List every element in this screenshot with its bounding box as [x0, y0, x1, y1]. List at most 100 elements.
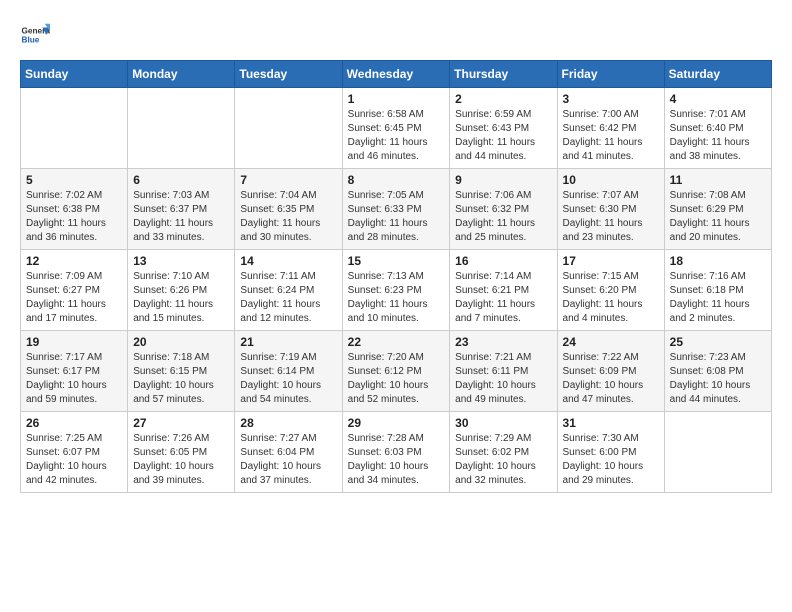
- calendar-cell: 24 Sunrise: 7:22 AM Sunset: 6:09 PM Dayli…: [557, 331, 664, 412]
- day-number: 5: [26, 173, 122, 187]
- day-number: 26: [26, 416, 122, 430]
- day-info: Sunrise: 7:06 AM Sunset: 6:32 PM Dayligh…: [455, 189, 551, 245]
- day-info: Sunrise: 7:17 AM Sunset: 6:17 PM Dayligh…: [26, 351, 122, 407]
- calendar-cell: 13 Sunrise: 7:10 AM Sunset: 6:26 PM Dayli…: [128, 250, 235, 331]
- calendar-week-row: 5Sunrise: 7:02 AM Sunset: 6:38 PM Daylig…: [21, 169, 772, 250]
- calendar-cell: 3 Sunrise: 7:00 AM Sunset: 6:42 PM Daylig…: [557, 88, 664, 169]
- calendar-cell: 23 Sunrise: 7:21 AM Sunset: 6:11 PM Dayli…: [450, 331, 557, 412]
- day-info: Sunrise: 6:59 AM Sunset: 6:43 PM Dayligh…: [455, 108, 551, 164]
- day-number: 2: [455, 92, 551, 106]
- calendar-cell: 16 Sunrise: 7:14 AM Sunset: 6:21 PM Dayli…: [450, 250, 557, 331]
- calendar-cell: 30Sunrise: 7:29 AM Sunset: 6:02 PM Dayli…: [450, 412, 557, 493]
- day-number: 6: [133, 173, 229, 187]
- calendar-cell: 8Sunrise: 7:05 AM Sunset: 6:33 PM Daylig…: [342, 169, 450, 250]
- logo-icon: General Blue: [20, 20, 50, 50]
- calendar-cell: 14 Sunrise: 7:11 AM Sunset: 6:24 PM Dayli…: [235, 250, 342, 331]
- day-number: 10: [563, 173, 659, 187]
- day-info: Sunrise: 7:04 AM Sunset: 6:35 PM Dayligh…: [240, 189, 336, 245]
- day-info: Sunrise: 7:14 AM Sunset: 6:21 PM Dayligh…: [455, 270, 551, 326]
- calendar-cell: 21 Sunrise: 7:19 AM Sunset: 6:14 PM Dayli…: [235, 331, 342, 412]
- calendar-cell: 12 Sunrise: 7:09 AM Sunset: 6:27 PM Dayli…: [21, 250, 128, 331]
- calendar-cell: [21, 88, 128, 169]
- weekday-header-friday: Friday: [557, 61, 664, 88]
- day-number: 30: [455, 416, 551, 430]
- day-info: Sunrise: 7:10 AM Sunset: 6:26 PM Dayligh…: [133, 270, 229, 326]
- day-info: Sunrise: 7:26 AM Sunset: 6:05 PM Dayligh…: [133, 432, 229, 488]
- calendar-cell: [235, 88, 342, 169]
- logo: General Blue: [20, 20, 54, 50]
- day-info: Sunrise: 7:01 AM Sunset: 6:40 PM Dayligh…: [670, 108, 766, 164]
- day-info: Sunrise: 7:20 AM Sunset: 6:12 PM Dayligh…: [348, 351, 445, 407]
- calendar-cell: 28Sunrise: 7:27 AM Sunset: 6:04 PM Dayli…: [235, 412, 342, 493]
- day-number: 19: [26, 335, 122, 349]
- calendar-cell: 4 Sunrise: 7:01 AM Sunset: 6:40 PM Daylig…: [664, 88, 771, 169]
- day-info: Sunrise: 7:27 AM Sunset: 6:04 PM Dayligh…: [240, 432, 336, 488]
- day-number: 23: [455, 335, 551, 349]
- day-number: 29: [348, 416, 445, 430]
- day-info: Sunrise: 7:28 AM Sunset: 6:03 PM Dayligh…: [348, 432, 445, 488]
- weekday-header-monday: Monday: [128, 61, 235, 88]
- day-number: 9: [455, 173, 551, 187]
- calendar-cell: 10 Sunrise: 7:07 AM Sunset: 6:30 PM Dayli…: [557, 169, 664, 250]
- day-info: Sunrise: 7:19 AM Sunset: 6:14 PM Dayligh…: [240, 351, 336, 407]
- day-number: 11: [670, 173, 766, 187]
- calendar-cell: 19 Sunrise: 7:17 AM Sunset: 6:17 PM Dayli…: [21, 331, 128, 412]
- day-info: Sunrise: 7:05 AM Sunset: 6:33 PM Dayligh…: [348, 189, 445, 245]
- day-info: Sunrise: 7:23 AM Sunset: 6:08 PM Dayligh…: [670, 351, 766, 407]
- calendar-cell: 22 Sunrise: 7:20 AM Sunset: 6:12 PM Dayli…: [342, 331, 450, 412]
- day-number: 12: [26, 254, 122, 268]
- day-number: 4: [670, 92, 766, 106]
- day-info: Sunrise: 7:13 AM Sunset: 6:23 PM Dayligh…: [348, 270, 445, 326]
- day-info: Sunrise: 6:58 AM Sunset: 6:45 PM Dayligh…: [348, 108, 445, 164]
- day-info: Sunrise: 7:07 AM Sunset: 6:30 PM Dayligh…: [563, 189, 659, 245]
- day-number: 24: [563, 335, 659, 349]
- day-info: Sunrise: 7:16 AM Sunset: 6:18 PM Dayligh…: [670, 270, 766, 326]
- calendar-cell: 2 Sunrise: 6:59 AM Sunset: 6:43 PM Daylig…: [450, 88, 557, 169]
- day-number: 13: [133, 254, 229, 268]
- day-number: 7: [240, 173, 336, 187]
- day-number: 25: [670, 335, 766, 349]
- calendar-cell: 26 Sunrise: 7:25 AM Sunset: 6:07 PM Dayli…: [21, 412, 128, 493]
- day-info: Sunrise: 7:00 AM Sunset: 6:42 PM Dayligh…: [563, 108, 659, 164]
- day-number: 16: [455, 254, 551, 268]
- day-number: 20: [133, 335, 229, 349]
- day-info: Sunrise: 7:25 AM Sunset: 6:07 PM Dayligh…: [26, 432, 122, 488]
- weekday-header-sunday: Sunday: [21, 61, 128, 88]
- day-number: 17: [563, 254, 659, 268]
- day-number: 31: [563, 416, 659, 430]
- day-number: 22: [348, 335, 445, 349]
- day-number: 3: [563, 92, 659, 106]
- day-info: Sunrise: 7:21 AM Sunset: 6:11 PM Dayligh…: [455, 351, 551, 407]
- day-info: Sunrise: 7:09 AM Sunset: 6:27 PM Dayligh…: [26, 270, 122, 326]
- calendar-cell: [128, 88, 235, 169]
- page-header: General Blue: [20, 20, 772, 50]
- day-info: Sunrise: 7:15 AM Sunset: 6:20 PM Dayligh…: [563, 270, 659, 326]
- day-info: Sunrise: 7:11 AM Sunset: 6:24 PM Dayligh…: [240, 270, 336, 326]
- weekday-header-row: SundayMondayTuesdayWednesdayThursdayFrid…: [21, 61, 772, 88]
- day-number: 1: [348, 92, 445, 106]
- calendar-cell: 25 Sunrise: 7:23 AM Sunset: 6:08 PM Dayli…: [664, 331, 771, 412]
- calendar-week-row: 26 Sunrise: 7:25 AM Sunset: 6:07 PM Dayli…: [21, 412, 772, 493]
- calendar-cell: 20 Sunrise: 7:18 AM Sunset: 6:15 PM Dayli…: [128, 331, 235, 412]
- calendar-cell: 27 Sunrise: 7:26 AM Sunset: 6:05 PM Dayli…: [128, 412, 235, 493]
- calendar-cell: 11Sunrise: 7:08 AM Sunset: 6:29 PM Dayli…: [664, 169, 771, 250]
- day-number: 27: [133, 416, 229, 430]
- calendar-cell: 31 Sunrise: 7:30 AM Sunset: 6:00 PM Dayli…: [557, 412, 664, 493]
- calendar-cell: 15 Sunrise: 7:13 AM Sunset: 6:23 PM Dayli…: [342, 250, 450, 331]
- day-info: Sunrise: 7:30 AM Sunset: 6:00 PM Dayligh…: [563, 432, 659, 488]
- calendar-cell: 18 Sunrise: 7:16 AM Sunset: 6:18 PM Dayli…: [664, 250, 771, 331]
- calendar-cell: 7 Sunrise: 7:04 AM Sunset: 6:35 PM Daylig…: [235, 169, 342, 250]
- day-number: 15: [348, 254, 445, 268]
- calendar-table: SundayMondayTuesdayWednesdayThursdayFrid…: [20, 60, 772, 493]
- day-number: 18: [670, 254, 766, 268]
- day-info: Sunrise: 7:22 AM Sunset: 6:09 PM Dayligh…: [563, 351, 659, 407]
- day-info: Sunrise: 7:18 AM Sunset: 6:15 PM Dayligh…: [133, 351, 229, 407]
- calendar-cell: [664, 412, 771, 493]
- calendar-week-row: 12 Sunrise: 7:09 AM Sunset: 6:27 PM Dayli…: [21, 250, 772, 331]
- calendar-cell: 29 Sunrise: 7:28 AM Sunset: 6:03 PM Dayli…: [342, 412, 450, 493]
- calendar-week-row: 1 Sunrise: 6:58 AM Sunset: 6:45 PM Daylig…: [21, 88, 772, 169]
- calendar-cell: 6Sunrise: 7:03 AM Sunset: 6:37 PM Daylig…: [128, 169, 235, 250]
- weekday-header-saturday: Saturday: [664, 61, 771, 88]
- day-number: 21: [240, 335, 336, 349]
- day-number: 14: [240, 254, 336, 268]
